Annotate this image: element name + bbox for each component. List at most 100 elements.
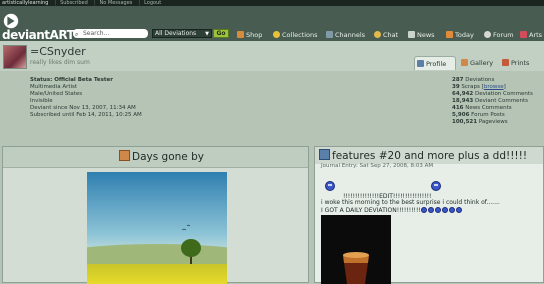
- nav-today[interactable]: Today: [446, 31, 474, 39]
- profile-info-line: Multimedia Artist: [30, 84, 78, 90]
- cocktail-glass-image: [321, 215, 391, 284]
- nav-channels[interactable]: Channels: [326, 31, 365, 39]
- arts-icon: [520, 31, 527, 38]
- forum-icon: [484, 31, 491, 38]
- search-input[interactable]: ⌕ Search...: [73, 29, 148, 38]
- stat-value: 64,942: [452, 91, 474, 97]
- nav-collections[interactable]: Collections: [273, 31, 318, 39]
- journal-title[interactable]: features #20 and more plus a dd!!!!!: [319, 149, 527, 162]
- stat-forum-posts: 5,906 Forum Posts: [452, 112, 533, 119]
- emoticon-icon: [441, 207, 448, 213]
- emoticon-row: [420, 207, 463, 214]
- avatar[interactable]: [3, 45, 27, 69]
- nav-forum[interactable]: Forum: [484, 31, 514, 39]
- emoticon-icon: [427, 207, 434, 213]
- stat-deviations[interactable]: 287 Deviations: [452, 77, 533, 84]
- profile-status: Status: Official Beta Tester: [30, 77, 113, 83]
- search-placeholder: Search...: [83, 30, 110, 37]
- browse-bracket-close: ]: [503, 84, 506, 90]
- tab-prints[interactable]: Prints: [500, 56, 540, 70]
- stat-label: Deviations: [465, 77, 495, 83]
- stat-pageviews: 100,521 Pageviews: [452, 119, 533, 126]
- stat-news-comments: 416 News Comments: [452, 105, 533, 112]
- emoticon-icon: [420, 207, 427, 213]
- deviation-title[interactable]: Days gone by: [119, 150, 204, 163]
- emoticon-icon: [325, 181, 335, 191]
- stat-scraps[interactable]: 39 Scraps [browse]: [452, 84, 533, 91]
- nav-shop[interactable]: Shop: [237, 31, 262, 39]
- logo-text: deviantART: [2, 28, 75, 42]
- tab-gallery-label: Gallery: [470, 59, 494, 67]
- journal-dd-line: I GOT A DAILY DEVIATION!!!!!!!!!!: [321, 207, 421, 214]
- shop-icon: [237, 31, 244, 38]
- news-icon: [408, 31, 415, 38]
- emoticon-icon: [448, 207, 455, 213]
- tab-prints-label: Prints: [511, 59, 530, 67]
- stat-value: 5,906: [452, 112, 470, 118]
- stat-label: Forum Posts: [471, 112, 505, 118]
- stat-value: 39: [452, 84, 460, 90]
- profile-info-line: Subscribed until Feb 14, 2011, 10:25 AM: [30, 112, 142, 118]
- deviation-thumbnail[interactable]: [87, 172, 227, 284]
- stat-value: 287: [452, 77, 464, 83]
- profile-username[interactable]: =CSnyder: [30, 45, 86, 58]
- deviation-icon: [119, 150, 130, 161]
- stat-label: Deviation Comments: [474, 91, 533, 97]
- nav-arts-label: Arts: [529, 31, 543, 39]
- nav-news[interactable]: News: [408, 31, 435, 39]
- journal-text-line: i woke this morning to the best surprise…: [321, 199, 500, 206]
- nav-collections-label: Collections: [282, 31, 318, 39]
- profile-info: Status: Official Beta Tester Multimedia …: [30, 77, 142, 119]
- gallery-icon: [461, 59, 468, 66]
- tab-gallery[interactable]: Gallery: [459, 56, 495, 70]
- today-icon: [446, 31, 453, 38]
- stat-value: 18,943: [452, 98, 474, 104]
- tab-profile-label: Profile: [426, 60, 447, 68]
- emoticon-icon: [431, 181, 441, 191]
- chevron-down-icon: ▼: [205, 31, 209, 37]
- star-icon: [273, 31, 280, 38]
- nav-news-label: News: [417, 31, 435, 39]
- profile-tagline: really likes dim sum: [30, 59, 90, 66]
- nav-forum-label: Forum: [493, 31, 514, 39]
- emoticon-icon: [434, 207, 441, 213]
- nav-chat[interactable]: Chat: [374, 31, 398, 39]
- nav-chat-label: Chat: [383, 31, 399, 39]
- nav-arts[interactable]: Arts: [520, 31, 542, 39]
- stat-label: Deviant Comments: [474, 98, 528, 104]
- journal-entry-date: Journal Entry: Sat Sep 27, 2008, 8:03 AM: [321, 163, 434, 169]
- stat-deviant-comments: 18,943 Deviant Comments: [452, 98, 533, 105]
- browse-scraps-link[interactable]: browse: [484, 84, 504, 90]
- profile-stats: 287 Deviations 39 Scraps [browse] 64,942…: [452, 77, 533, 126]
- chat-icon: [374, 31, 381, 38]
- journal-icon: [319, 149, 330, 160]
- deviantart-logo[interactable]: deviantART: [2, 12, 75, 42]
- stat-label: Pageviews: [478, 119, 508, 125]
- deviations-select-value: All Deviations: [155, 30, 197, 37]
- deviations-select[interactable]: All Deviations ▼: [152, 29, 212, 38]
- profile-info-line: Male/United States: [30, 91, 83, 97]
- profile-info-line: Deviant since Nov 13, 2007, 11:34 AM: [30, 105, 136, 111]
- featured-deviation-panel: Days gone by: [2, 146, 309, 284]
- tab-profile[interactable]: Profile: [414, 56, 456, 70]
- stat-label: Scraps: [461, 84, 480, 90]
- journal-title-text: features #20 and more plus a dd!!!!!: [332, 150, 528, 162]
- search-icon: ⌕: [75, 31, 79, 38]
- nav-today-label: Today: [455, 31, 474, 39]
- prints-icon: [502, 59, 509, 66]
- nav-channels-label: Channels: [335, 31, 366, 39]
- deviation-title-text: Days gone by: [132, 151, 204, 163]
- site-header: deviantART ⌕ Search... All Deviations ▼ …: [0, 6, 544, 42]
- journal-panel: features #20 and more plus a dd!!!!! Jou…: [314, 146, 544, 284]
- stat-value: 100,521: [452, 119, 478, 125]
- go-button[interactable]: Go: [213, 29, 229, 38]
- nav-shop-label: Shop: [246, 31, 263, 39]
- journal-thumbnail[interactable]: [321, 215, 391, 284]
- stat-deviation-comments: 64,942 Deviation Comments: [452, 91, 533, 98]
- profile-icon: [417, 60, 424, 67]
- channels-icon: [326, 31, 333, 38]
- stat-value: 416: [452, 105, 464, 111]
- landscape-image: [87, 172, 227, 284]
- emoticon-icon: [455, 207, 462, 213]
- stat-label: News Comments: [465, 105, 512, 111]
